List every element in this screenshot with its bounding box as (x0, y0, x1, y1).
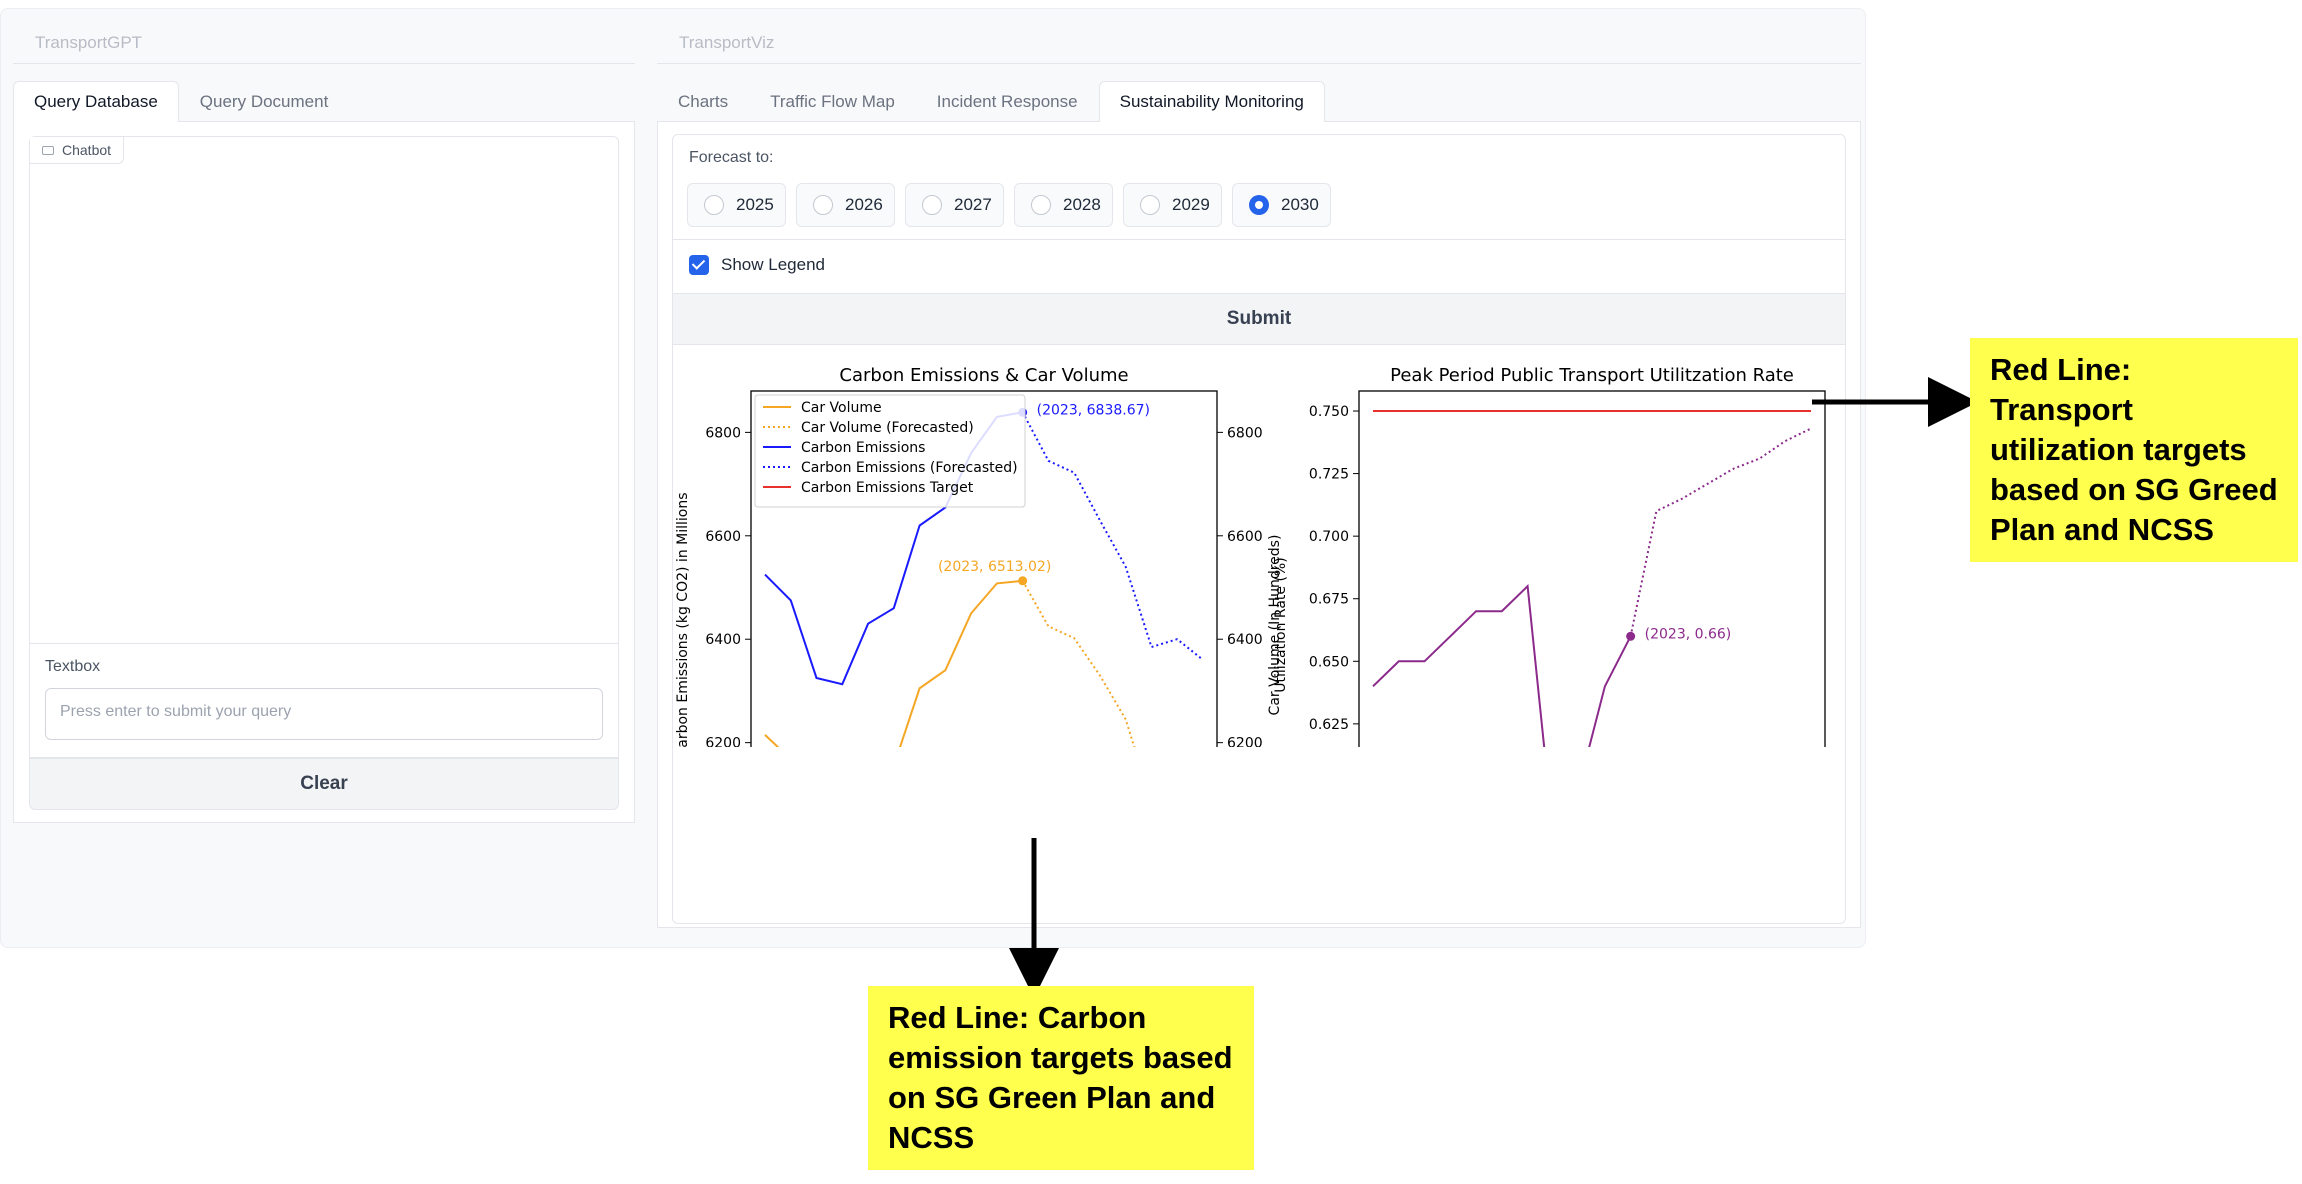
tab-incident-response[interactable]: Incident Response (916, 81, 1099, 121)
y-tick-label-right: 6200 (1227, 736, 1263, 747)
y-axis-label: Utilization Rate (%) (1273, 557, 1289, 692)
divider (673, 239, 1845, 240)
plot-frame (1358, 390, 1826, 747)
note-line: utilization targets (1990, 432, 2247, 467)
radio-year-2027[interactable]: 2027 (905, 183, 1004, 227)
tab-traffic-flow-map[interactable]: Traffic Flow Map (749, 81, 916, 121)
y-tick-label: 6200 (705, 736, 741, 747)
query-input[interactable] (45, 688, 603, 740)
y-tick-label: 0.675 (1309, 592, 1349, 608)
radio-year-2028[interactable]: 2028 (1014, 183, 1113, 227)
y-tick-label: 6600 (705, 529, 741, 545)
radio-year-2025[interactable]: 2025 (687, 183, 786, 227)
right-tabbar: Charts Traffic Flow Map Incident Respons… (657, 81, 1861, 122)
transportviz-title: TransportViz (657, 27, 1861, 64)
series-line (1629, 427, 1812, 637)
data-point-label: (2023, 6838.67) (1037, 402, 1150, 418)
transportgpt-panel: TransportGPT Query Database Query Docume… (13, 27, 635, 823)
legend-entry: Carbon Emissions (801, 440, 925, 456)
chart-title: Carbon Emissions & Car Volume (839, 365, 1128, 386)
clear-button[interactable]: Clear (29, 758, 619, 810)
checkbox-checked-icon[interactable] (689, 255, 709, 275)
controls-card: Forecast to: 2025 2026 2027 2028 2029 20… (672, 134, 1846, 924)
radio-year-2026[interactable]: 2026 (796, 183, 895, 227)
chatbot-label-text: Chatbot (62, 142, 112, 158)
y-tick-label: 0.700 (1309, 529, 1349, 545)
radio-year-label: 2028 (1063, 195, 1101, 214)
y-tick-label: 6800 (705, 425, 741, 441)
radio-year-label: 2027 (954, 195, 992, 214)
carbon-emission-note: Red Line: Carbon emission targets based … (868, 986, 1254, 1170)
charts-figure: Carbon Emissions & Car Volume60006000620… (675, 365, 1826, 747)
submit-button[interactable]: Submit (673, 293, 1845, 345)
show-legend-label: Show Legend (721, 255, 825, 274)
legend-entry: Car Volume (801, 400, 882, 416)
y-tick-label: 0.650 (1309, 654, 1349, 670)
app-frame: TransportGPT Query Database Query Docume… (0, 8, 1866, 948)
note-line: based on SG Greed (1990, 472, 2278, 507)
note-line: Plan and NCSS (1990, 512, 2214, 547)
radio-circle-icon (1140, 195, 1160, 215)
note-line: emission targets based (888, 1040, 1233, 1075)
series-line (1372, 584, 1632, 747)
textbox-label: Textbox (45, 658, 101, 675)
y-axis-label: Carbon Emissions (kg CO2) in Millions (675, 492, 691, 747)
query-database-panel: Chatbot Textbox Clear (13, 122, 635, 823)
tab-charts[interactable]: Charts (657, 81, 749, 121)
radio-circle-icon (813, 195, 833, 215)
series-line (1021, 580, 1136, 747)
radio-year-2030[interactable]: 2030 (1232, 183, 1331, 227)
y-tick-label: 6400 (705, 632, 741, 648)
note-line: Red Line: Carbon (888, 1000, 1147, 1035)
radio-year-label: 2025 (736, 195, 774, 214)
data-point-label: (2023, 6513.02) (938, 559, 1051, 575)
radio-checked-icon (1249, 195, 1269, 215)
tab-query-document[interactable]: Query Document (179, 81, 350, 121)
transport-utilization-note: Red Line: Transport utilization targets … (1970, 338, 2298, 562)
series-line (1021, 411, 1204, 661)
data-point-marker (1626, 631, 1636, 641)
radio-circle-icon (922, 195, 942, 215)
left-tabbar: Query Database Query Document (13, 81, 635, 122)
show-legend-checkbox[interactable]: Show Legend (689, 255, 825, 275)
radio-year-2029[interactable]: 2029 (1123, 183, 1222, 227)
tab-query-database[interactable]: Query Database (13, 81, 179, 122)
radio-circle-icon (704, 195, 724, 215)
data-point-label: (2023, 0.66) (1645, 626, 1732, 642)
y-tick-label: 0.750 (1309, 404, 1349, 420)
note-line: NCSS (888, 1120, 975, 1155)
legend-entry: Carbon Emissions (Forecasted) (801, 460, 1018, 476)
note-line: Red Line: Transport (1990, 352, 2133, 427)
y-tick-label-right: 6600 (1227, 529, 1263, 545)
y-tick-label-right: 6400 (1227, 632, 1263, 648)
radio-circle-icon (1031, 195, 1051, 215)
chart-title: Peak Period Public Transport Utilitzatio… (1390, 365, 1794, 386)
y-tick-label: 0.625 (1309, 717, 1349, 733)
y-tick-label: 0.725 (1309, 467, 1349, 483)
chatbot-label: Chatbot (30, 137, 125, 164)
legend-entry: Carbon Emissions Target (801, 480, 974, 496)
transportgpt-title: TransportGPT (13, 27, 635, 64)
radio-year-label: 2030 (1281, 195, 1319, 214)
data-point-marker (1018, 576, 1028, 586)
textbox-block: Textbox (29, 644, 619, 758)
forecast-year-radio-group: 2025 2026 2027 2028 2029 2030 (687, 183, 1331, 227)
transportviz-panel: TransportViz Charts Traffic Flow Map Inc… (657, 27, 1861, 928)
y-tick-label-right: 6800 (1227, 425, 1263, 441)
radio-year-label: 2029 (1172, 195, 1210, 214)
chat-bubble-icon (42, 145, 54, 155)
radio-year-label: 2026 (845, 195, 883, 214)
legend-entry: Car Volume (Forecasted) (801, 420, 974, 436)
forecast-label: Forecast to: (689, 149, 774, 166)
chatbot-area[interactable]: Chatbot (29, 136, 619, 644)
note-line: on SG Green Plan and (888, 1080, 1216, 1115)
tab-sustainability-monitoring[interactable]: Sustainability Monitoring (1098, 81, 1325, 122)
sustainability-panel: Forecast to: 2025 2026 2027 2028 2029 20… (657, 122, 1861, 928)
